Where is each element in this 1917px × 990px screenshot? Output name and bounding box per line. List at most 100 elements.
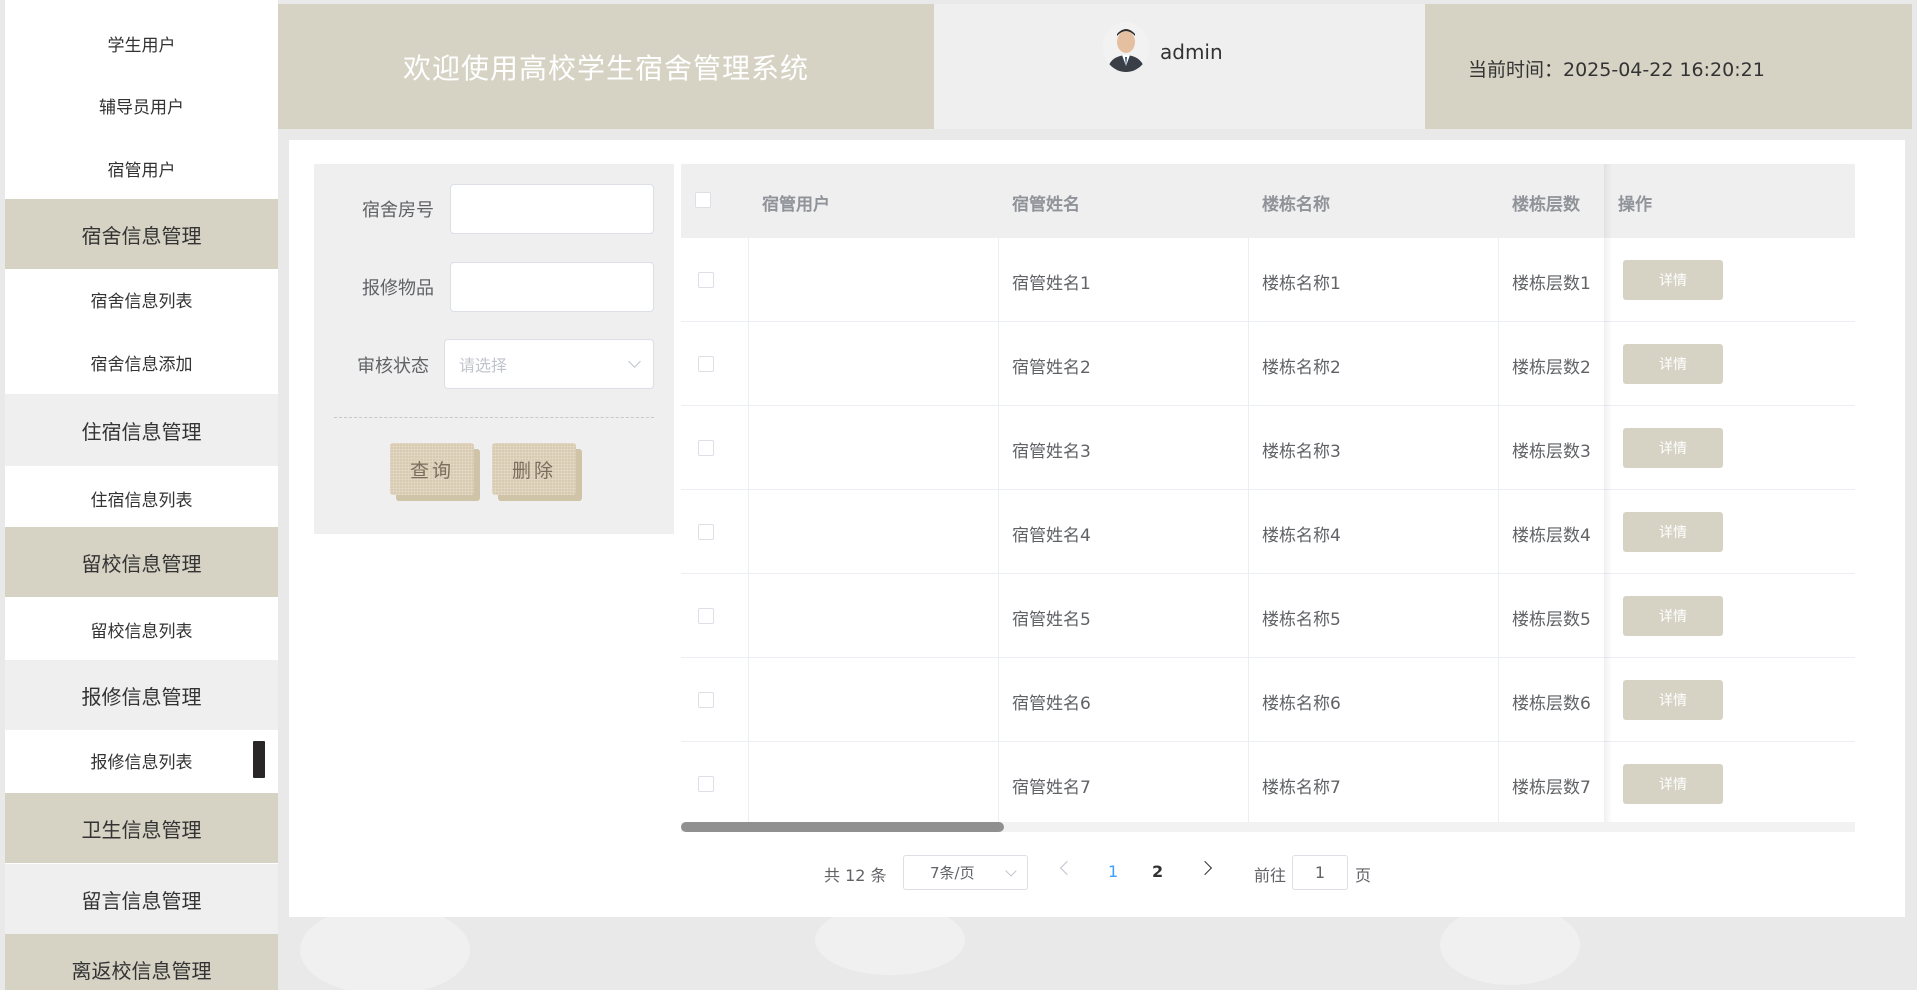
column-divider xyxy=(748,322,749,406)
repair-item-input[interactable] xyxy=(450,262,654,312)
column-divider xyxy=(748,490,749,574)
sidebar-group-hygiene-info[interactable]: 卫生信息管理 xyxy=(5,793,278,863)
sidebar-group-lodging-info[interactable]: 住宿信息管理 xyxy=(5,394,278,466)
sidebar-item-stay-list[interactable]: 留校信息列表 xyxy=(5,602,278,656)
column-header-building-name[interactable]: 楼栋名称 xyxy=(1262,190,1330,215)
sidebar-item-label: 报修信息列表 xyxy=(90,752,193,773)
column-divider xyxy=(1248,322,1249,406)
column-divider xyxy=(1498,406,1499,490)
sidebar-group-label: 离返校信息管理 xyxy=(71,958,212,983)
select-all-checkbox[interactable] xyxy=(695,192,711,208)
column-divider xyxy=(998,658,999,742)
building-floors-cell: 楼栋层数7 xyxy=(1512,778,1591,798)
avatar[interactable] xyxy=(1103,22,1149,72)
table-row: 宿管姓名2 楼栋名称2 楼栋层数2 详情 xyxy=(681,322,1855,406)
column-divider xyxy=(1498,742,1499,826)
page-size-select[interactable]: 7条/页 xyxy=(903,855,1028,890)
sidebar-group-label: 宿舍信息管理 xyxy=(81,223,202,248)
sidebar-item-repair-list[interactable]: 报修信息列表 xyxy=(5,733,278,787)
row-checkbox[interactable] xyxy=(698,692,714,708)
sidebar-item-dorm-manager-users[interactable]: 宿管用户 xyxy=(5,143,278,193)
query-button[interactable]: 查询 xyxy=(390,443,474,495)
sidebar-item-student-users[interactable]: 学生用户 xyxy=(5,18,278,68)
sidebar-item-dorm-add[interactable]: 宿舍信息添加 xyxy=(5,337,278,387)
sidebar-item-label: 学生用户 xyxy=(107,35,176,56)
row-checkbox[interactable] xyxy=(698,272,714,288)
column-header-manager-user[interactable]: 宿管用户 xyxy=(762,190,830,215)
sidebar-group-label: 报修信息管理 xyxy=(81,684,202,709)
sidebar-group-message-info[interactable]: 留言信息管理 xyxy=(5,864,278,934)
row-checkbox[interactable] xyxy=(698,440,714,456)
building-floors-cell: 楼栋层数5 xyxy=(1512,610,1591,630)
column-divider xyxy=(998,742,999,826)
goto-page-input[interactable] xyxy=(1292,855,1348,890)
column-divider xyxy=(1498,658,1499,742)
column-header-building-floors[interactable]: 楼栋层数 xyxy=(1512,190,1580,215)
column-divider xyxy=(1248,238,1249,322)
building-name-cell: 楼栋名称2 xyxy=(1262,358,1341,378)
user-name[interactable]: admin xyxy=(1160,40,1223,64)
manager-name-cell: 宿管姓名1 xyxy=(1012,274,1091,294)
column-divider xyxy=(1248,658,1249,742)
avatar-icon xyxy=(1103,22,1149,72)
room-number-label: 宿舍房号 xyxy=(362,200,434,221)
sidebar-item-dorm-list[interactable]: 宿舍信息列表 xyxy=(5,274,278,324)
sidebar-scrollbar[interactable] xyxy=(253,741,265,778)
detail-button[interactable]: 详情 xyxy=(1623,344,1723,384)
fixed-column-shadow xyxy=(1604,164,1612,832)
building-floors-cell: 楼栋层数3 xyxy=(1512,442,1591,462)
building-floors-cell: 楼栋层数1 xyxy=(1512,274,1591,294)
sidebar-group-stay-info[interactable]: 留校信息管理 xyxy=(5,527,278,597)
form-divider xyxy=(334,417,654,418)
sidebar-item-counselor-users[interactable]: 辅导员用户 xyxy=(5,80,278,130)
sidebar-item-label: 宿舍信息添加 xyxy=(90,354,193,375)
detail-button[interactable]: 详情 xyxy=(1623,596,1723,636)
detail-button[interactable]: 详情 xyxy=(1623,764,1723,804)
detail-button[interactable]: 详情 xyxy=(1623,260,1723,300)
row-checkbox[interactable] xyxy=(698,608,714,624)
detail-button[interactable]: 详情 xyxy=(1623,428,1723,468)
delete-button[interactable]: 删除 xyxy=(492,443,576,495)
building-name-cell: 楼栋名称4 xyxy=(1262,526,1341,546)
column-header-manager-name[interactable]: 宿管姓名 xyxy=(1012,190,1080,215)
table-scroll-thumb[interactable] xyxy=(681,822,1004,832)
room-number-input[interactable] xyxy=(450,184,654,234)
page-suffix-label: 页 xyxy=(1355,866,1372,885)
row-checkbox[interactable] xyxy=(698,356,714,372)
review-status-select[interactable]: 请选择 xyxy=(444,339,654,389)
manager-name-cell: 宿管姓名4 xyxy=(1012,526,1091,546)
column-divider xyxy=(1248,406,1249,490)
row-checkbox[interactable] xyxy=(698,776,714,792)
sidebar-group-label: 留校信息管理 xyxy=(81,551,202,576)
page-number-2[interactable]: 2 xyxy=(1152,862,1163,881)
detail-button[interactable]: 详情 xyxy=(1623,680,1723,720)
sidebar-group-leave-return-info[interactable]: 离返校信息管理 xyxy=(5,934,278,990)
column-divider xyxy=(1248,574,1249,658)
sidebar-item-label: 辅导员用户 xyxy=(99,97,184,118)
manager-name-cell: 宿管姓名5 xyxy=(1012,610,1091,630)
manager-name-cell: 宿管姓名6 xyxy=(1012,694,1091,714)
table-row: 宿管姓名3 楼栋名称3 楼栋层数3 详情 xyxy=(681,406,1855,490)
system-title: 欢迎使用高校学生宿舍管理系统 xyxy=(402,51,809,85)
background-decoration xyxy=(1440,905,1580,985)
column-divider xyxy=(748,658,749,742)
page-number-1[interactable]: 1 xyxy=(1108,862,1118,881)
column-divider xyxy=(1248,490,1249,574)
sidebar-item-lodging-list[interactable]: 住宿信息列表 xyxy=(5,470,278,526)
sidebar-group-repair-info[interactable]: 报修信息管理 xyxy=(5,660,278,730)
page-size-value: 7条/页 xyxy=(930,864,975,882)
column-header-actions: 操作 xyxy=(1618,195,1652,215)
column-divider xyxy=(748,574,749,658)
column-divider xyxy=(748,406,749,490)
manager-name-cell: 宿管姓名7 xyxy=(1012,778,1091,798)
sidebar-group-dorm-info[interactable]: 宿舍信息管理 xyxy=(5,199,278,269)
detail-button[interactable]: 详情 xyxy=(1623,512,1723,552)
column-divider xyxy=(1498,238,1499,322)
user-panel xyxy=(934,4,1425,129)
pagination-total: 共 12 条 xyxy=(824,866,887,885)
building-floors-cell: 楼栋层数4 xyxy=(1512,526,1591,546)
column-divider xyxy=(748,742,749,826)
row-checkbox[interactable] xyxy=(698,524,714,540)
building-name-cell: 楼栋名称3 xyxy=(1262,442,1341,462)
background-decoration xyxy=(300,905,470,990)
